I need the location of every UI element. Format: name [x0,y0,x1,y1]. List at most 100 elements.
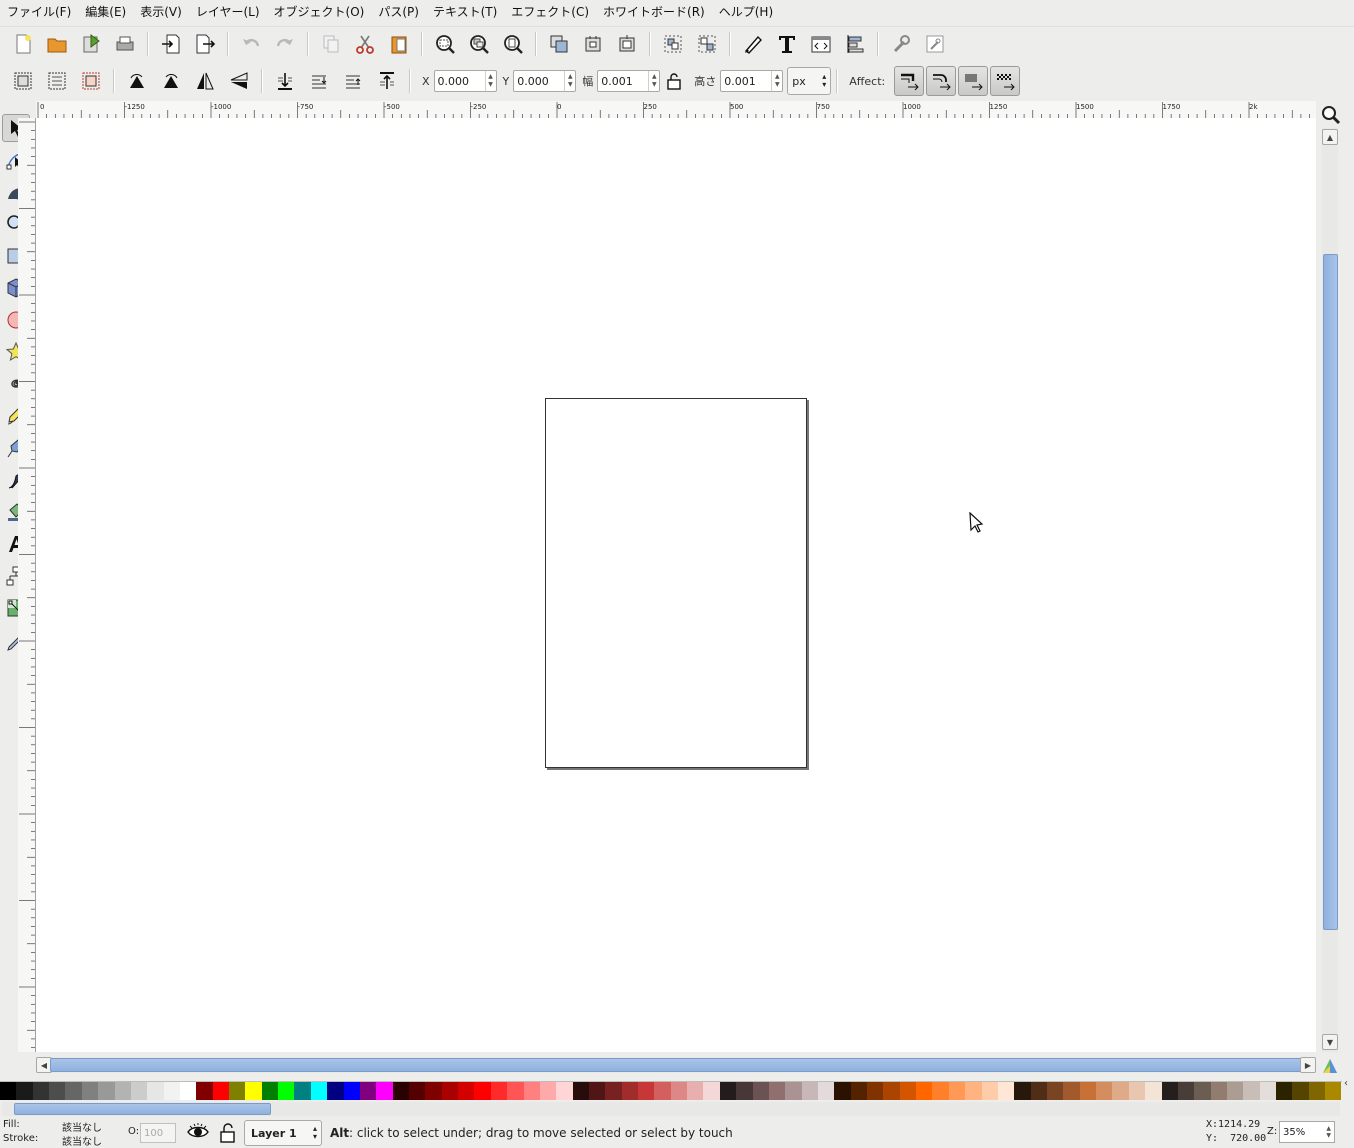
color-swatch[interactable] [359,1082,377,1100]
color-swatch[interactable] [768,1082,786,1100]
color-swatch[interactable] [916,1082,933,1100]
color-swatch[interactable] [1096,1082,1113,1100]
color-swatch[interactable] [621,1082,639,1100]
color-swatch[interactable] [163,1082,180,1100]
layer-lock-toggle[interactable] [218,1122,238,1147]
rotate-cw-button[interactable] [156,66,186,96]
menu-edit[interactable]: 編集(E) [78,0,133,24]
color-swatch[interactable] [1161,1082,1178,1100]
lock-proportions-button[interactable] [662,66,686,96]
color-swatch[interactable] [703,1082,720,1100]
color-swatch[interactable] [16,1082,33,1100]
color-swatch[interactable] [605,1082,622,1100]
color-swatch[interactable] [867,1082,884,1100]
color-swatch[interactable] [343,1082,360,1100]
align-distribute-button[interactable] [840,29,870,59]
color-swatch[interactable] [1194,1082,1211,1100]
color-swatch[interactable] [130,1082,148,1100]
color-swatch[interactable] [1014,1082,1031,1100]
unlink-clone-button[interactable] [612,29,642,59]
color-managed-view-button[interactable] [1320,1056,1340,1079]
lower-to-bottom-button[interactable] [270,66,300,96]
color-swatch[interactable] [261,1082,279,1100]
color-swatch[interactable] [687,1082,704,1100]
color-swatch[interactable] [638,1082,655,1100]
zoom-spinbox[interactable]: 35% ▲ ▼ [1279,1121,1335,1143]
x-input[interactable] [434,71,485,91]
zoom-page-button[interactable] [498,29,528,59]
color-swatch[interactable] [1079,1082,1097,1100]
color-swatch[interactable] [441,1082,459,1100]
fill-stroke-button[interactable] [738,29,768,59]
color-swatch[interactable] [785,1082,802,1100]
xml-editor-button[interactable] [806,29,836,59]
color-swatch[interactable] [654,1082,671,1100]
color-swatch[interactable] [458,1082,475,1100]
scroll-down-arrow[interactable]: ▼ [1322,1034,1338,1050]
transform-gradients-toggle[interactable] [958,66,989,96]
palette-menu-arrow[interactable]: ‹ [1344,1078,1348,1089]
flip-horizontal-button[interactable] [190,66,220,96]
color-swatch[interactable] [523,1082,540,1100]
lower-button[interactable] [304,66,334,96]
width-spin-arrows[interactable]: ▲ ▼ [648,71,659,91]
x-spinbox[interactable]: ▲▼ [433,70,497,92]
raise-button[interactable] [338,66,368,96]
color-swatch[interactable] [1128,1082,1146,1100]
menu-text[interactable]: テキスト(T) [426,0,504,24]
flip-vertical-button[interactable] [224,66,254,96]
layer-visibility-toggle[interactable] [186,1121,210,1146]
color-swatch[interactable] [1276,1082,1293,1100]
color-swatch[interactable] [229,1082,246,1100]
open-button[interactable] [42,29,72,59]
menu-path[interactable]: パス(P) [371,0,426,24]
undo-button[interactable] [236,29,266,59]
palette-scrollbar[interactable] [2,1102,1340,1116]
color-swatch[interactable] [1292,1082,1309,1100]
color-swatch[interactable] [179,1082,197,1100]
color-swatch[interactable] [1259,1082,1277,1100]
menu-view[interactable]: 表示(V) [133,0,189,24]
color-swatch[interactable] [408,1082,426,1100]
ungroup-button[interactable] [692,29,722,59]
color-swatch[interactable] [719,1082,737,1100]
color-swatch[interactable] [474,1082,491,1100]
color-swatch[interactable] [392,1082,409,1100]
color-swatch[interactable] [1047,1082,1064,1100]
stroke-value[interactable]: 該当なし [62,1133,102,1148]
color-swatch[interactable] [490,1082,508,1100]
y-input[interactable] [514,71,565,91]
vertical-scrollbar[interactable]: ▲ ▼ [1322,128,1338,1052]
color-swatch[interactable] [327,1082,344,1100]
scroll-right-arrow[interactable]: ▶ [1300,1057,1316,1073]
height-spinbox[interactable]: ▲▼ [720,70,784,92]
color-swatch[interactable] [310,1082,328,1100]
current-layer-select[interactable]: Layer 1 ▴ ▾ [244,1120,322,1146]
color-swatch[interactable] [147,1082,164,1100]
color-swatch[interactable] [752,1082,769,1100]
zoom-drawing-button[interactable] [464,29,494,59]
color-swatch[interactable] [883,1082,900,1100]
color-swatch[interactable] [965,1082,982,1100]
paste-button[interactable] [384,29,414,59]
menu-help[interactable]: ヘルプ(H) [712,0,780,24]
color-swatch[interactable] [588,1082,606,1100]
zoom-corner-button[interactable] [1318,102,1344,128]
vertical-ruler[interactable] [18,118,36,1052]
transform-patterns-toggle[interactable] [990,66,1021,96]
zoom-spin-arrows[interactable]: ▲ ▼ [1326,1125,1331,1139]
print-button[interactable] [110,29,140,59]
color-swatch[interactable] [736,1082,753,1100]
menu-effect[interactable]: エフェクト(C) [504,0,596,24]
menu-object[interactable]: オブジェクト(O) [267,0,372,24]
color-swatch[interactable] [245,1082,262,1100]
color-swatch[interactable] [981,1082,998,1100]
color-swatch[interactable] [65,1082,82,1100]
color-swatch[interactable] [1325,1082,1342,1100]
color-swatch[interactable] [1308,1082,1326,1100]
export-button[interactable] [190,29,220,59]
color-swatch[interactable] [997,1082,1015,1100]
color-swatch[interactable] [1177,1082,1195,1100]
select-all-button[interactable] [8,66,38,96]
raise-to-top-button[interactable] [372,66,402,96]
